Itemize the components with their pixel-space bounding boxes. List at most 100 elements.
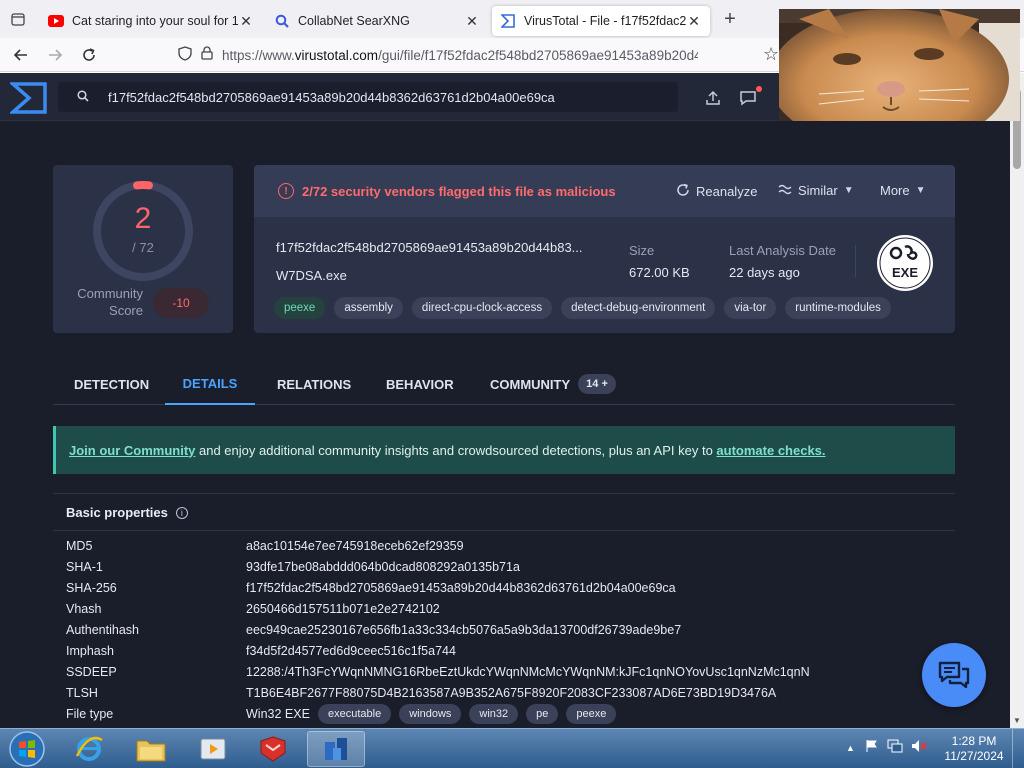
shield-icon[interactable] (178, 46, 192, 64)
property-key: Vhash (66, 602, 102, 616)
file-tag[interactable]: runtime-modules (785, 297, 891, 319)
volume-muted-icon[interactable] (911, 739, 927, 756)
file-type-tag[interactable]: windows (399, 704, 462, 724)
automate-checks-link[interactable]: automate checks. (716, 443, 825, 458)
taskbar-internet-explorer[interactable] (60, 731, 118, 767)
tab-relations[interactable]: RELATIONS (277, 363, 351, 405)
chat-support-button[interactable] (922, 643, 986, 707)
browser-tab-youtube[interactable]: Cat staring into your soul for 1 hour ✕ (40, 6, 262, 36)
scroll-down-arrow-icon[interactable]: ▼ (1010, 713, 1024, 727)
taskbar-clock[interactable]: 1:28 PM 11/27/2024 (940, 734, 1008, 764)
virustotal-logo-icon[interactable] (10, 81, 48, 115)
file-type-tag[interactable]: pe (526, 704, 559, 724)
community-count-badge: 14 + (578, 374, 616, 394)
property-key: File type (66, 707, 114, 721)
windows-taskbar: ▲ 1:28 PM 11/27/2024 (0, 728, 1024, 768)
property-row-imphash: Imphash f34d5f2d4577ed6d9ceec516c1f5a744 (53, 641, 955, 662)
url-bar[interactable]: https://www. virustotal.com/gui/file/f17f… (222, 42, 842, 68)
banner-text: and enjoy additional community insights … (195, 442, 717, 458)
property-value[interactable]: eec949cae25230167e656fb1a33c334cb5076a5a… (246, 623, 681, 637)
upload-icon[interactable] (702, 87, 724, 109)
new-tab-button[interactable]: + (718, 8, 742, 31)
tab-details[interactable]: DETAILS (165, 363, 255, 405)
property-value[interactable]: 93dfe17be08abddd064b0dcad808292a0135b71a (246, 560, 520, 574)
arrow-right-icon (49, 48, 63, 61)
bookmark-star-icon[interactable]: ☆ (763, 44, 779, 65)
tab-list-button[interactable] (0, 0, 36, 38)
browser-tab-searxng[interactable]: CollabNet SearXNG ✕ (266, 6, 488, 36)
property-value[interactable]: T1B6E4BF2677F88075D4B2163587A9B352A675F8… (246, 686, 776, 700)
close-tab-icon[interactable]: ✕ (464, 13, 480, 30)
property-row-sha1: SHA-1 93dfe17be08abddd064b0dcad808292a013… (53, 557, 955, 578)
taskbar-file-explorer[interactable] (122, 731, 180, 767)
tab-detection[interactable]: DETECTION (74, 363, 149, 405)
property-value[interactable]: 12288:/4Th3FcYWqnNMNG16RbeEztUkdcYWqnNMc… (246, 665, 810, 679)
size-label: Size (629, 243, 655, 258)
red-shield-app-icon (260, 736, 286, 762)
lock-icon[interactable] (201, 46, 213, 63)
property-row-ssdeep: SSDEEP 12288:/4Th3FcYWqnNMNG16RbeEztUkdcY… (53, 662, 955, 683)
property-key: TLSH (66, 686, 98, 700)
property-key: MD5 (66, 539, 93, 553)
reanalyze-icon (676, 183, 690, 200)
vt-search-bar[interactable]: f17f52fdac2f548bd2705869ae91453a89b20d44… (58, 82, 678, 112)
file-tag[interactable]: peexe (274, 297, 326, 319)
community-score-badge[interactable]: -10 (153, 288, 209, 318)
picture-in-picture-video[interactable] (779, 9, 1020, 121)
reload-icon (83, 47, 95, 61)
alert-icon: ! (278, 183, 294, 199)
file-hash[interactable]: f17f52fdac2f548bd2705869ae91453a89b20d44… (276, 240, 583, 255)
property-value[interactable]: 2650466d157511b071e2e2742102 (246, 602, 440, 616)
close-tab-icon[interactable]: ✕ (238, 13, 254, 30)
divider (53, 530, 955, 531)
virustotal-icon (500, 13, 516, 29)
reload-button[interactable] (72, 38, 106, 72)
folder-icon (136, 740, 166, 762)
exe-badge-label: EXE (892, 265, 918, 280)
property-row-file-type: File type Win32 EXE executable windows win3… (53, 704, 955, 725)
property-value[interactable]: f17f52fdac2f548bd2705869ae91453a89b20d44… (246, 581, 676, 595)
property-value[interactable]: f34d5f2d4577ed6d9ceec516c1f5a744 (246, 644, 456, 658)
more-button[interactable]: More ▼ (880, 183, 926, 198)
back-button[interactable] (4, 38, 38, 72)
show-hidden-icons-icon[interactable]: ▲ (846, 743, 855, 753)
info-icon[interactable]: i (175, 506, 188, 519)
taskbar-active-app[interactable] (307, 731, 365, 767)
start-button[interactable] (4, 730, 50, 768)
tab-behavior[interactable]: BEHAVIOR (386, 363, 454, 405)
file-tag[interactable]: via-tor (724, 297, 777, 319)
reanalyze-button[interactable]: Reanalyze (676, 183, 757, 200)
join-community-link[interactable]: Join our Community (69, 443, 195, 458)
detection-count: 2 (134, 202, 152, 235)
detection-score-card: 2 / 72 Community Score -10 (53, 165, 233, 333)
file-type-tag[interactable]: peexe (566, 704, 617, 724)
file-type-tag[interactable]: executable (318, 704, 392, 724)
close-tab-icon[interactable]: ✕ (686, 13, 702, 30)
forward-button[interactable] (38, 38, 72, 72)
similar-button[interactable]: Similar ▼ (778, 183, 854, 198)
browser-tab-virustotal[interactable]: VirusTotal - File - f17f52fdac2f548bd270… (492, 6, 710, 36)
taskbar-media-player[interactable] (184, 731, 242, 767)
file-tag[interactable]: detect-debug-environment (561, 297, 716, 319)
chevron-down-icon: ▼ (915, 185, 926, 196)
clock-time: 1:28 PM (951, 734, 997, 748)
search-input[interactable]: f17f52fdac2f548bd2705869ae91453a89b20d44… (108, 90, 555, 105)
show-desktop-button[interactable] (1012, 729, 1024, 768)
file-type-tags: executable windows win32 pe peexe (318, 704, 624, 724)
page-scrollbar[interactable]: ▲ ▼ (1010, 73, 1024, 728)
search-icon (58, 89, 108, 105)
file-type-tag[interactable]: win32 (469, 704, 519, 724)
tab-community[interactable]: COMMUNITY 14 + (490, 363, 616, 405)
file-tag[interactable]: assembly (334, 297, 403, 319)
file-name: W7DSA.exe (276, 268, 347, 283)
tab-title: CollabNet SearXNG (298, 14, 410, 28)
youtube-icon (48, 13, 64, 29)
property-row-md5: MD5 a8ac10154e7ee745918eceb62ef29359 (53, 536, 955, 557)
action-center-flag-icon[interactable] (865, 739, 879, 756)
property-value[interactable]: a8ac10154e7ee745918eceb62ef29359 (246, 539, 464, 553)
property-row-sha256: SHA-256 f17f52fdac2f548bd2705869ae91453a8… (53, 578, 955, 599)
file-tag[interactable]: direct-cpu-clock-access (411, 297, 553, 319)
tab-community-label: COMMUNITY (490, 376, 571, 392)
network-icon[interactable] (887, 739, 903, 756)
taskbar-red-app[interactable] (244, 731, 302, 767)
